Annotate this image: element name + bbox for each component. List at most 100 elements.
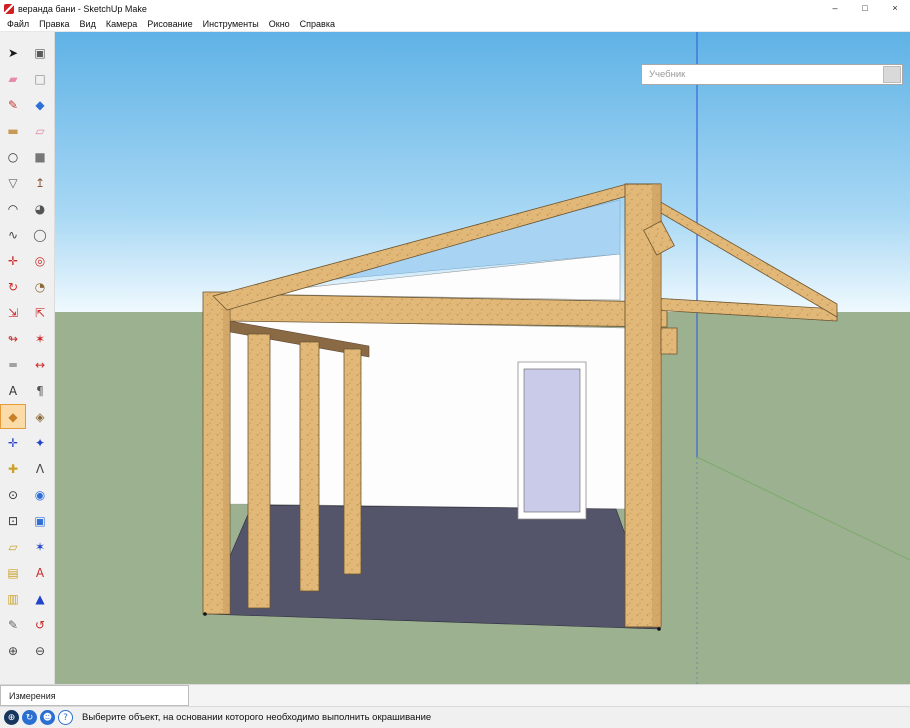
zoom-tool[interactable]: ⊙ — [0, 482, 26, 507]
stretch-tool[interactable]: ⇱ — [27, 300, 53, 325]
axes-tool[interactable]: ✛ — [0, 430, 26, 455]
sandbox-smoove-tool[interactable]: ▥ — [0, 586, 26, 611]
menu-edit[interactable]: Правка — [34, 17, 74, 31]
section-plane-tool[interactable]: ▱ — [0, 534, 26, 559]
viewport[interactable]: Учебник — [55, 32, 910, 684]
zoom-window-tool[interactable]: ⊡ — [0, 508, 26, 533]
tape-measure-tool-icon: ═ — [9, 359, 16, 371]
pie-tool[interactable]: ◕ — [27, 196, 53, 221]
push-pull-tool[interactable]: ↥ — [27, 170, 53, 195]
rotate-tool[interactable]: ↻ — [0, 274, 26, 299]
text-tool-icon: A — [9, 385, 17, 397]
stud-post-1[interactable] — [248, 334, 270, 608]
move-tool-icon: ✛ — [8, 255, 18, 267]
axes-star-tool[interactable]: ✶ — [27, 534, 53, 559]
eraser-pink-tool[interactable]: ▱ — [27, 118, 53, 143]
ellipse-tool[interactable]: ◯ — [27, 222, 53, 247]
zoom-extents-tool[interactable]: ▣ — [27, 508, 53, 533]
window-title: веранда бани - SketchUp Make — [18, 4, 147, 14]
polygon-tool[interactable]: ▽ — [0, 170, 26, 195]
select-tool[interactable]: ➤ — [0, 40, 26, 65]
instructor-panel-title: Учебник — [642, 69, 883, 80]
tape-measure-tool[interactable]: ═ — [0, 352, 26, 377]
offset-tool[interactable]: ◎ — [27, 248, 53, 273]
instructor-panel[interactable]: Учебник — [641, 64, 903, 85]
component-cube-tool[interactable]: □ — [27, 66, 53, 91]
zoom-tool-icon: ⊙ — [8, 489, 18, 501]
add-detail-tool[interactable]: ▲ — [27, 586, 53, 611]
paint-bucket-tool-icon: ◆ — [8, 411, 17, 423]
close-button[interactable]: × — [880, 0, 910, 17]
zoom-out-tool[interactable]: ⊖ — [27, 638, 53, 663]
status-icons: ⊕↻☻? — [4, 710, 73, 725]
follow-me-tool[interactable]: ↬ — [0, 326, 26, 351]
construction-line-tool-icon: ✦ — [35, 437, 45, 449]
menu-view[interactable]: Вид — [75, 17, 101, 31]
sandbox-from-contours-tool[interactable]: ▤ — [0, 560, 26, 585]
scale-tool[interactable]: ⇲ — [0, 300, 26, 325]
paint-bucket-blue-tool-icon: ◆ — [35, 99, 44, 111]
intersect-tool-icon: ✶ — [35, 333, 45, 345]
stud-post-2[interactable] — [300, 342, 319, 591]
floor[interactable] — [205, 505, 659, 629]
intersect-tool[interactable]: ✶ — [27, 326, 53, 351]
help-icon[interactable]: ? — [58, 710, 73, 725]
credits-icon[interactable]: ↻ — [22, 710, 37, 725]
dimension-tool[interactable]: ↔ — [27, 352, 53, 377]
rotate-left-tool-icon: ↺ — [35, 619, 45, 631]
arc-tool[interactable]: ◠ — [0, 196, 26, 221]
zoom-in-tool[interactable]: ⊕ — [0, 638, 26, 663]
menu-draw[interactable]: Рисование — [142, 17, 197, 31]
ellipse-tool-icon: ◯ — [33, 229, 46, 241]
menu-file[interactable]: Файл — [2, 17, 34, 31]
user-icon[interactable]: ☻ — [40, 710, 55, 725]
circle-tool[interactable]: ○ — [0, 144, 26, 169]
construction-line-tool[interactable]: ✦ — [27, 430, 53, 455]
zoom-out-tool-icon: ⊖ — [35, 645, 45, 657]
left-toolbar: ➤▣▰□✎◆▬▱○■▽↥◠◕∿◯✛◎↻◔⇲⇱↬✶═↔A¶◆◈✛✦✚Λ⊙◉⊡▣▱✶… — [0, 32, 55, 684]
menu-camera[interactable]: Камера — [101, 17, 142, 31]
post-block[interactable] — [661, 328, 677, 354]
move-tool[interactable]: ✛ — [0, 248, 26, 273]
section-plane-tool-icon: ▱ — [8, 541, 17, 553]
sandbox-from-contours-tool-icon: ▤ — [7, 567, 18, 579]
look-around-tool[interactable]: ◉ — [27, 482, 53, 507]
minimize-button[interactable]: – — [820, 0, 850, 17]
sample-paint-tool[interactable]: ◈ — [27, 404, 53, 429]
endpoint-dot-right — [657, 627, 661, 631]
menu-help[interactable]: Справка — [295, 17, 340, 31]
maximize-button[interactable]: □ — [850, 0, 880, 17]
geolocation-icon[interactable]: ⊕ — [4, 710, 19, 725]
rotate-tool-icon: ↻ — [8, 281, 18, 293]
label-tool[interactable]: ¶ — [27, 378, 53, 403]
instructor-collapse-button[interactable] — [883, 66, 901, 83]
component-cube-tool-icon: □ — [34, 73, 45, 85]
rotate-left-tool[interactable]: ↺ — [27, 612, 53, 637]
pie-tool-icon: ◕ — [35, 203, 45, 215]
line-tool[interactable]: ✎ — [0, 92, 26, 117]
walk-tool[interactable]: Λ — [27, 456, 53, 481]
pan-tool[interactable]: ✚ — [0, 456, 26, 481]
window-controls: – □ × — [820, 0, 910, 17]
text-tool[interactable]: A — [0, 378, 26, 403]
3d-text-tool[interactable]: A — [27, 560, 53, 585]
make-component-tool[interactable]: ▣ — [27, 40, 53, 65]
measurements-box[interactable]: Измерения — [0, 685, 189, 706]
rectangle-tool[interactable]: ▬ — [0, 118, 26, 143]
model-canvas[interactable] — [55, 32, 910, 684]
protractor-tool[interactable]: ◔ — [27, 274, 53, 299]
follow-me-tool-icon: ↬ — [8, 333, 18, 345]
menu-tools[interactable]: Инструменты — [198, 17, 264, 31]
square-tool[interactable]: ■ — [27, 144, 53, 169]
freehand-tool[interactable]: ∿ — [0, 222, 26, 247]
menu-window[interactable]: Окно — [264, 17, 295, 31]
paint-bucket-blue-tool[interactable]: ◆ — [27, 92, 53, 117]
door[interactable] — [524, 369, 580, 512]
eraser-tool[interactable]: ▰ — [0, 66, 26, 91]
paint-bucket-tool[interactable]: ◆ — [0, 404, 26, 429]
circle-tool-icon: ○ — [8, 151, 18, 163]
dimension-tool-icon: ↔ — [35, 359, 45, 371]
freehand-pencil-tool[interactable]: ✎ — [0, 612, 26, 637]
sketchup-window: веранда бани - SketchUp Make – □ × ФайлП… — [0, 0, 910, 728]
stud-post-3[interactable] — [344, 349, 361, 574]
